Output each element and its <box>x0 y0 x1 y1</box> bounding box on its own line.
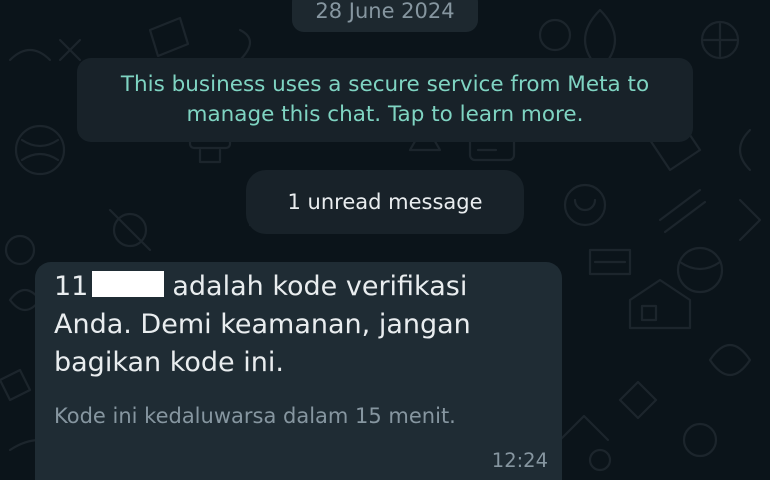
meta-secure-service-notice[interactable]: This business uses a secure service from… <box>77 58 693 142</box>
message-line-3: bagikan kode ini. <box>54 347 284 378</box>
date-chip: 28 June 2024 <box>292 0 478 32</box>
message-footer: Kode ini kedaluwarsa dalam 15 menit. <box>54 404 456 428</box>
chat-screen: 28 June 2024 This business uses a secure… <box>0 0 770 480</box>
meta-notice-line-1: This business uses a secure service from… <box>120 72 650 97</box>
unread-messages-chip: 1 unread message <box>246 170 524 234</box>
verification-code-prefix: 11 <box>54 271 89 302</box>
message-line-2: Anda. Demi keamanan, jangan <box>54 309 471 340</box>
message-body: 11 adalah kode verifikasi Anda. Demi keama… <box>54 268 544 382</box>
message-timestamp: 12:24 <box>491 449 548 472</box>
incoming-message-bubble[interactable]: 11 adalah kode verifikasi Anda. Demi keama… <box>35 262 562 480</box>
message-line-1: adalah kode verifikasi <box>172 271 468 302</box>
meta-notice-line-2: manage this chat. Tap to learn more. <box>186 102 584 127</box>
redacted-code-block <box>92 271 165 297</box>
